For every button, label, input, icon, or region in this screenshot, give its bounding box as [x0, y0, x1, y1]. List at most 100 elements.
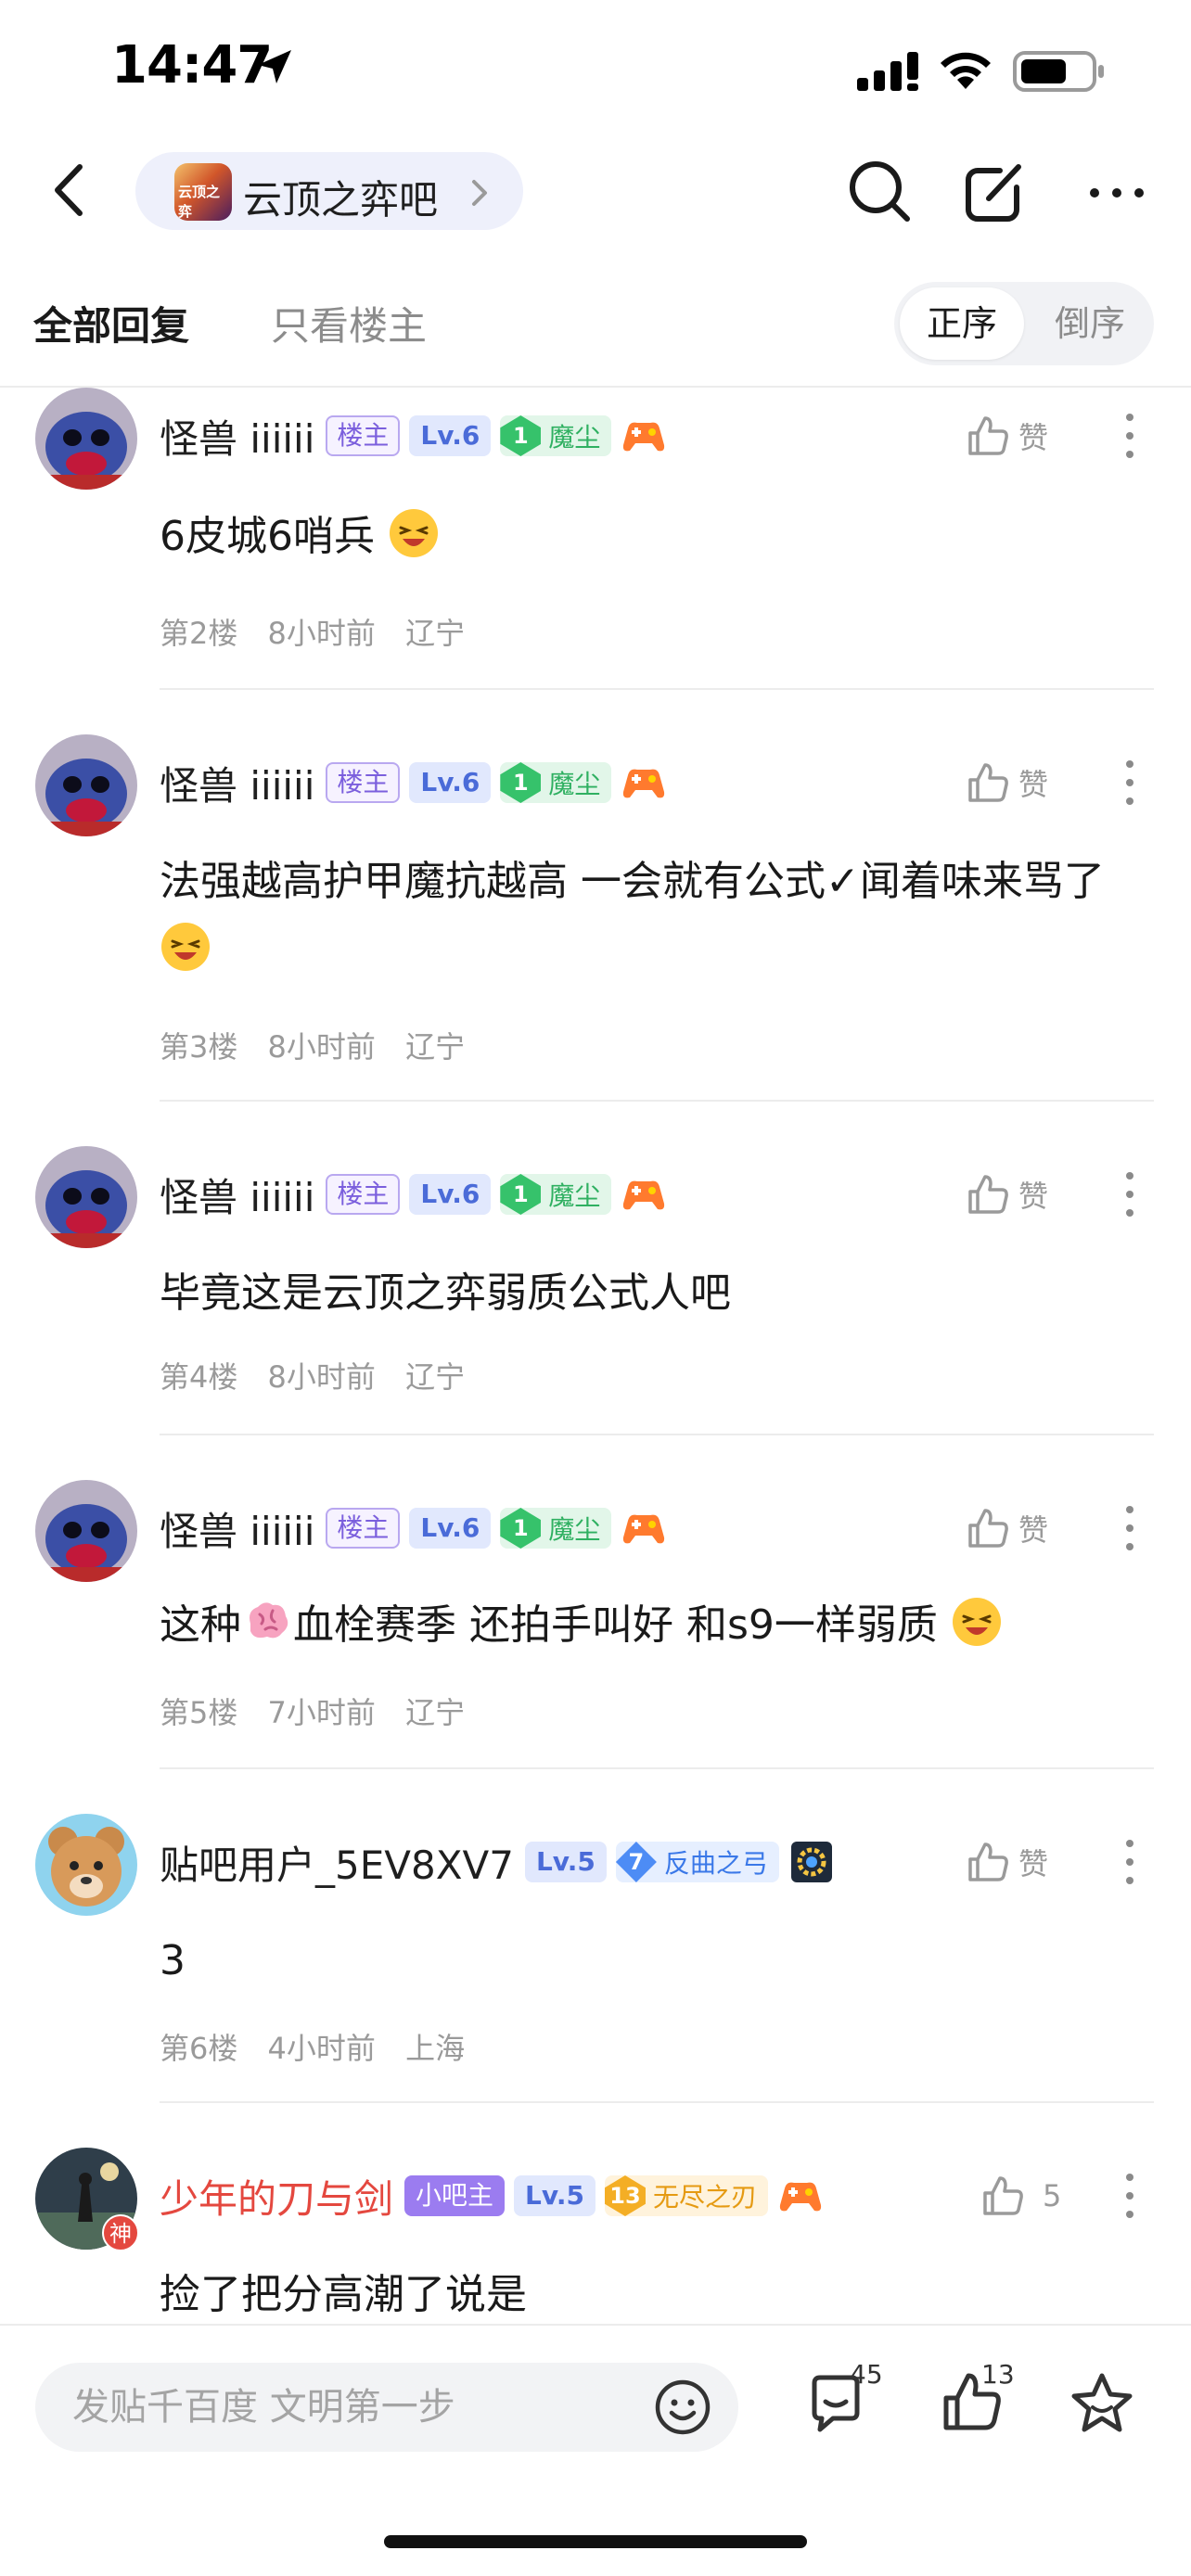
- like-button[interactable]: 赞: [965, 1167, 1048, 1222]
- location-arrow-icon: [258, 50, 291, 83]
- level-badge: Lv.5: [524, 1842, 607, 1882]
- owner-badge: 楼主: [326, 415, 401, 456]
- more-vertical-icon[interactable]: [1113, 1167, 1146, 1222]
- like-button[interactable]: 赞: [965, 755, 1048, 810]
- user-row: 怪兽 iiiiii 楼主 Lv.6 1 魔尘: [160, 408, 667, 464]
- username[interactable]: 贴吧用户_5EV8XV7: [160, 1834, 514, 1891]
- username[interactable]: 怪兽 iiiiii: [160, 408, 314, 465]
- gamepad-icon: [779, 2182, 822, 2212]
- sort-ascending-button[interactable]: 正序: [900, 287, 1024, 360]
- username[interactable]: 怪兽 iiiiii: [160, 755, 314, 811]
- forum-name: 云顶之弈吧: [243, 177, 439, 223]
- tab-owner-only[interactable]: 只看楼主: [271, 295, 427, 351]
- laughing-emoji-icon: [952, 1598, 1001, 1646]
- sort-toggle: 正序 倒序: [894, 282, 1154, 365]
- avatar[interactable]: [35, 388, 137, 490]
- title-badge: 7 反曲之弓: [615, 1842, 779, 1882]
- avatar[interactable]: [35, 1146, 137, 1248]
- forum-link[interactable]: 云顶之弈 云顶之弈吧: [135, 152, 523, 230]
- like-button[interactable]: 5: [980, 2168, 1061, 2224]
- search-icon[interactable]: [844, 156, 915, 226]
- gamepad-icon: [623, 422, 665, 452]
- tab-all-replies[interactable]: 全部回复: [33, 295, 189, 351]
- emoji-picker-icon[interactable]: [653, 2378, 712, 2437]
- avatar-badge: 神: [102, 2214, 139, 2251]
- username[interactable]: 少年的刀与剑: [160, 2168, 393, 2225]
- username[interactable]: 怪兽 iiiiii: [160, 1500, 314, 1557]
- post-content: 捡了把分高潮了说是: [160, 2271, 527, 2318]
- laughing-emoji-icon: [161, 923, 210, 971]
- wifi-icon: [941, 52, 991, 89]
- post-location: 辽宁: [405, 616, 466, 651]
- back-arrow-icon[interactable]: [41, 159, 102, 221]
- post-content: 3: [160, 1937, 186, 1984]
- like-button[interactable]: 赞: [965, 408, 1048, 464]
- more-vertical-icon[interactable]: [1113, 1834, 1146, 1890]
- like-label: 赞: [1018, 1512, 1049, 1548]
- home-indicator[interactable]: [384, 2535, 807, 2548]
- thumbs-up-icon: [968, 1509, 1008, 1548]
- post-time: 4小时前: [267, 2031, 376, 2066]
- status-time: 14:47: [111, 35, 273, 96]
- post-meta: 第2楼 8小时前 辽宁: [160, 610, 485, 653]
- post-content: 毕竟这是云顶之弈弱质公式人吧: [160, 1269, 731, 1317]
- nav-bar: 云顶之弈 云顶之弈吧: [0, 139, 1191, 241]
- level-badge: Lv.6: [409, 762, 492, 803]
- chevron-right-icon: [472, 180, 487, 206]
- divider: [160, 2101, 1154, 2103]
- submod-badge: 小吧主: [404, 2175, 506, 2216]
- owner-badge: 楼主: [326, 1174, 401, 1215]
- divider: [160, 688, 1154, 690]
- floor-number: 第3楼: [160, 1029, 238, 1065]
- comment-count: 45: [850, 2359, 883, 2390]
- divider: [160, 1100, 1154, 1102]
- star-icon[interactable]: [1069, 2370, 1135, 2437]
- post-location: 辽宁: [405, 1695, 466, 1730]
- avatar[interactable]: [35, 734, 137, 836]
- reply-input[interactable]: [72, 2363, 647, 2452]
- post-meta: 第3楼 8小时前 辽宁: [160, 1024, 485, 1066]
- edit-icon[interactable]: [961, 156, 1031, 226]
- user-row: 少年的刀与剑 小吧主 Lv.5 13 无尽之刃: [160, 2168, 824, 2224]
- reply-input-container: [35, 2363, 738, 2452]
- brain-emoji-icon: [250, 1602, 288, 1639]
- username[interactable]: 怪兽 iiiiii: [160, 1167, 314, 1223]
- forum-logo: 云顶之弈: [174, 163, 232, 221]
- thumbs-up-icon: [983, 2176, 1023, 2215]
- floor-number: 第5楼: [160, 1695, 238, 1730]
- post-content: 这种 血栓赛季 还拍手叫好 和s9一样弱质: [160, 1591, 1143, 1660]
- avatar[interactable]: [35, 1480, 137, 1582]
- like-button[interactable]: 赞: [965, 1834, 1048, 1890]
- cellular-signal-icon: [857, 52, 918, 91]
- post-location: 辽宁: [405, 1029, 466, 1065]
- gamepad-icon: [623, 1514, 665, 1544]
- sort-descending-button[interactable]: 倒序: [1031, 287, 1148, 360]
- level-badge: Lv.6: [409, 415, 492, 456]
- like-button[interactable]: 赞: [965, 1500, 1048, 1556]
- title-badge: 1 魔尘: [500, 1174, 612, 1215]
- post-content: 6皮城6哨兵: [160, 503, 1143, 571]
- like-label: 赞: [1018, 1846, 1049, 1881]
- avatar[interactable]: 神: [35, 2148, 139, 2251]
- floor-number: 第2楼: [160, 616, 238, 651]
- more-vertical-icon[interactable]: [1113, 408, 1146, 464]
- user-row: 怪兽 iiiiii 楼主 Lv.6 1 魔尘: [160, 755, 667, 810]
- post-location: 上海: [405, 2031, 466, 2066]
- thumbs-up-icon: [968, 763, 1008, 802]
- more-vertical-icon[interactable]: [1113, 755, 1146, 810]
- gamepad-icon: [623, 769, 665, 798]
- user-row: 怪兽 iiiiii 楼主 Lv.6 1 魔尘: [160, 1167, 667, 1222]
- more-horizontal-icon[interactable]: [1082, 167, 1152, 219]
- title-badge: 13 无尽之刃: [604, 2175, 768, 2216]
- avatar[interactable]: [35, 1814, 137, 1916]
- post-meta: 第5楼 7小时前 辽宁: [160, 1690, 485, 1732]
- more-vertical-icon[interactable]: [1113, 2168, 1146, 2224]
- battery-icon: [1013, 51, 1104, 92]
- gamepad-icon: [623, 1180, 665, 1210]
- status-bar: 14:47: [0, 0, 1191, 139]
- thumbs-up-icon: [968, 1175, 1008, 1214]
- post-meta: 第4楼 8小时前 辽宁: [160, 1354, 485, 1396]
- user-row: 怪兽 iiiiii 楼主 Lv.6 1 魔尘: [160, 1500, 667, 1556]
- more-vertical-icon[interactable]: [1113, 1500, 1146, 1556]
- post-time: 8小时前: [267, 1029, 376, 1065]
